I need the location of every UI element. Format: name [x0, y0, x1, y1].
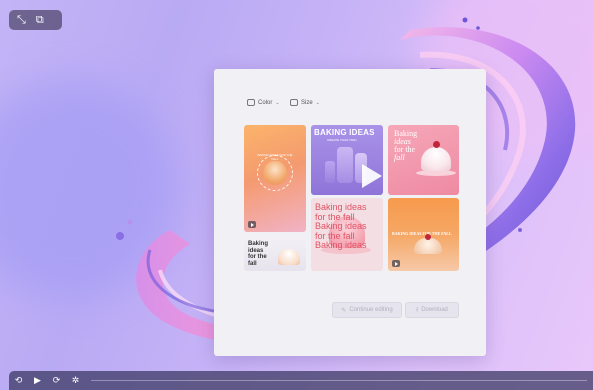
cupcake-image [278, 249, 300, 265]
cupcake-banner-card[interactable]: Baking ideas for the fall [244, 235, 306, 271]
continue-editing-label: Continue editing [349, 307, 393, 313]
cake-image [414, 238, 442, 254]
palette-icon [247, 99, 255, 106]
cupcake-image [263, 161, 287, 185]
card-subtitle: CREATE YOUR OWN [327, 138, 357, 142]
play-icon[interactable] [362, 164, 382, 188]
card-title: Baking ideas for the fall [394, 129, 418, 162]
play-icon[interactable]: ▶ [28, 375, 47, 386]
player-controls: ⟲ ▶ ⟳ ✲ [9, 371, 593, 390]
pink-cake-post-card[interactable]: Baking ideas for the fall Baking ideas f… [311, 198, 383, 271]
cupcake-post-card[interactable]: BAKING IDEAS FOR THE FALL [244, 125, 306, 232]
color-label: Color [258, 99, 273, 106]
video-badge-icon [392, 260, 400, 267]
size-dropdown[interactable]: Size ⌄ [290, 99, 320, 106]
jar-image [325, 161, 335, 183]
forward-10-button[interactable]: ⟳ [47, 375, 66, 386]
cake-image [421, 147, 451, 171]
size-label: Size [301, 99, 313, 106]
download-icon: ⭳ [416, 307, 419, 313]
color-dropdown[interactable]: Color ⌄ [247, 99, 280, 106]
progress-track[interactable] [91, 380, 587, 381]
design-panel: Color ⌄ Size ⌄ BAKING IDEAS FOR THE FALL… [214, 69, 486, 356]
baking-ideas-video-card[interactable]: BAKING IDEAS CREATE YOUR OWN [311, 125, 383, 195]
window-controls: ⤡ ⧉ [9, 10, 62, 30]
download-button[interactable]: ⭳ Download [405, 302, 459, 318]
card-title: Baking ideas for the fall Baking ideas f… [315, 202, 367, 251]
card-title: Baking ideas for the fall [248, 241, 269, 267]
loading-icon: ✲ [71, 375, 80, 385]
chevron-down-icon: ⌄ [315, 99, 320, 106]
ring-lettering: BAKING IDEAS FOR THE FALL [257, 153, 293, 161]
continue-editing-button[interactable]: ✎ Continue editing [332, 302, 402, 318]
video-frame: ⤡ ⧉ Color ⌄ Size ⌄ BAKING IDEAS FOR THE … [0, 0, 593, 390]
chevron-down-icon: ⌄ [275, 99, 280, 106]
card-title: BAKING IDEAS FOR THE FALL [392, 231, 452, 236]
replay-10-button[interactable]: ⟲ [9, 375, 28, 386]
cherry-image [425, 234, 431, 240]
cherry-image [433, 141, 440, 148]
jar-image [337, 147, 353, 183]
download-label: Download [421, 307, 448, 313]
video-badge-icon [248, 221, 256, 228]
expand-arrows-icon[interactable]: ⤡ [17, 14, 26, 26]
pencil-icon: ✎ [341, 307, 347, 314]
resize-icon [290, 99, 298, 106]
picture-in-picture-icon[interactable]: ⧉ [36, 14, 44, 26]
card-title: BAKING IDEAS [314, 128, 375, 137]
cake-post-card[interactable]: Baking ideas for the fall [388, 125, 459, 195]
orange-cake-video-card[interactable]: BAKING IDEAS FOR THE FALL [388, 198, 459, 271]
